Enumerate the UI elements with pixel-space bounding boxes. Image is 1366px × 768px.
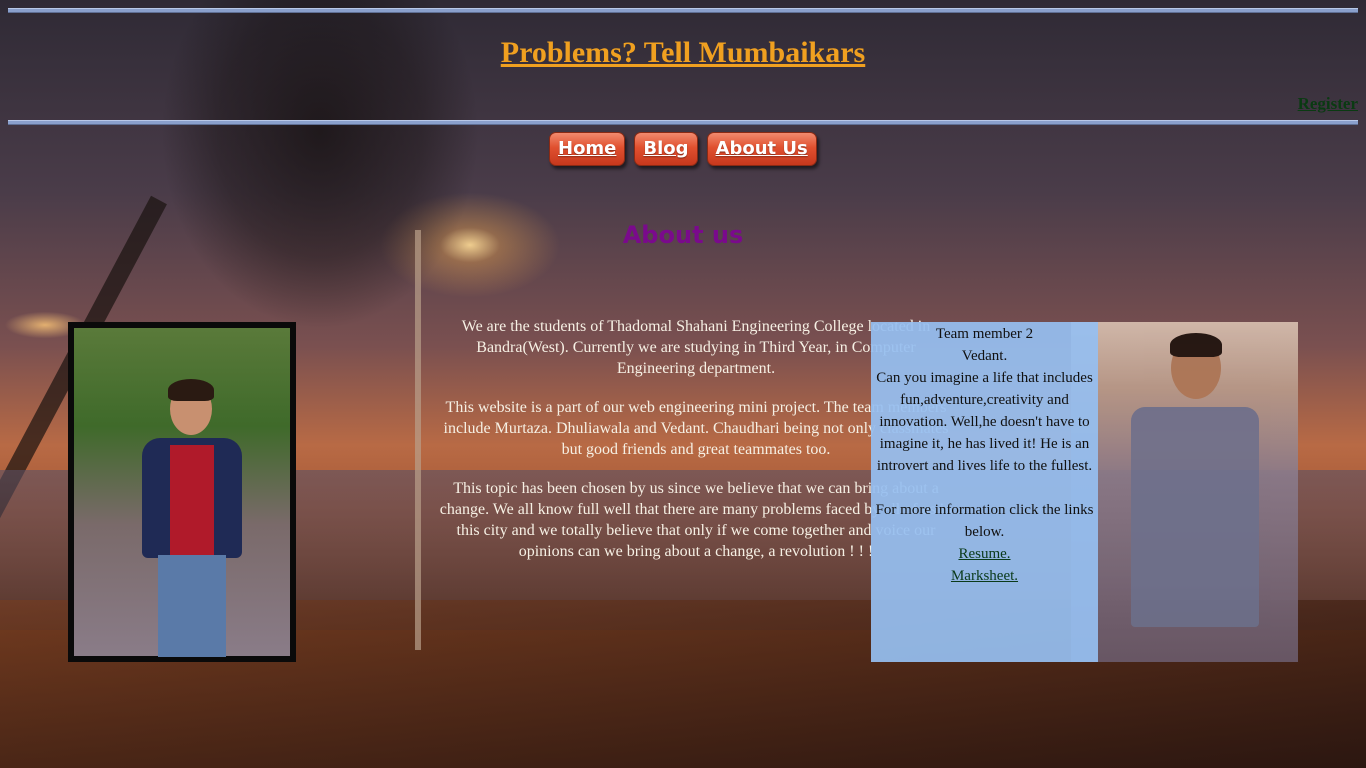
figure-hair [1170,333,1222,357]
photo-background [74,328,290,657]
register-link[interactable]: Register [1298,94,1358,114]
nav-home-button[interactable]: Home [549,132,626,166]
resume-link-row: Resume. [871,543,1098,565]
figure-jeans [158,555,226,657]
figure-shirt [1131,407,1259,627]
resume-link[interactable]: Resume. [958,546,1010,562]
marksheet-link-row: Marksheet. [871,565,1098,587]
team-member-bio: Can you imagine a life that includes fun… [876,370,1093,474]
nav-blog-button[interactable]: Blog [634,132,698,166]
team-member-1-photo [68,322,296,662]
header-bottom-rule [8,120,1358,125]
site-title[interactable]: Problems? Tell Mumbaikars [0,36,1366,70]
team-member-2-card: Team member 2 Vedant. Can you imagine a … [871,322,1298,662]
marksheet-link[interactable]: Marksheet. [951,568,1018,584]
team-member-1-figure [132,379,252,663]
team-member-2-figure [1126,333,1259,662]
more-info-text: For more information click the links bel… [875,502,1094,540]
team-member-2-photo [1071,322,1298,662]
team-member-label: Team member 2 [935,326,1034,342]
team-member-name: Vedant. [961,348,1008,364]
main-nav: Home Blog About Us [549,132,817,166]
team-member-2-info: Team member 2 Vedant. Can you imagine a … [871,322,1098,662]
figure-hair [168,379,214,401]
header-top-rule [8,8,1358,13]
street-lamp [415,230,421,650]
nav-about-us-button[interactable]: About Us [706,132,817,166]
figure-shirt [170,445,214,555]
about-heading: About us [622,221,744,249]
